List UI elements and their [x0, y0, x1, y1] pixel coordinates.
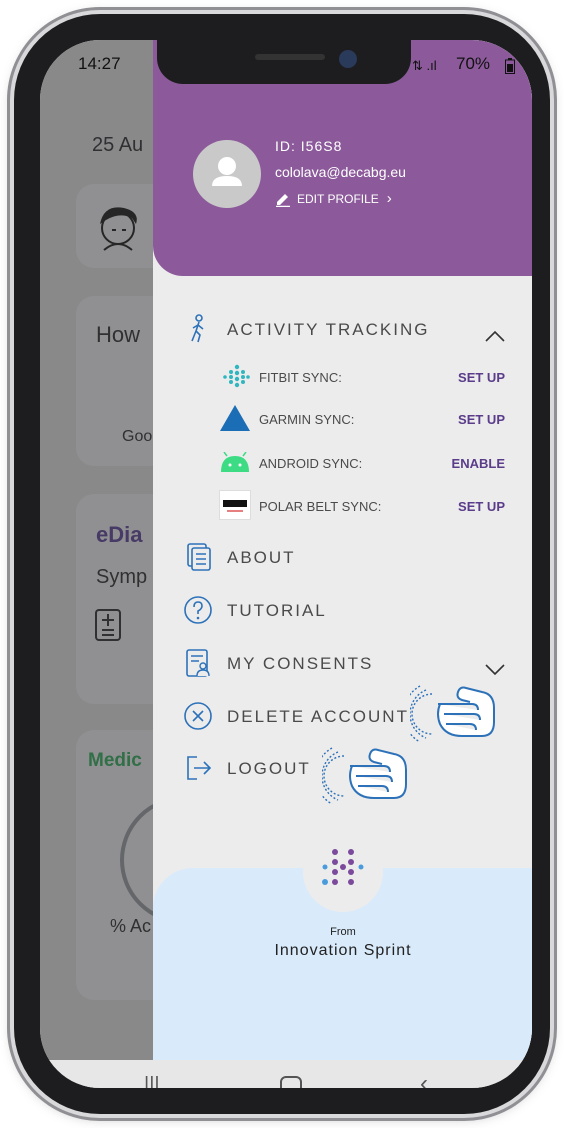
menu-item-about[interactable]: ABOUT [153, 540, 532, 580]
fitbit-sync-label: FITBIT SYNC: [259, 370, 342, 385]
pencil-icon [276, 193, 290, 207]
sync-row-android: ANDROID SYNC: ENABLE [153, 448, 532, 478]
tap-hand-icon [410, 685, 495, 742]
tutorial-label: TUTORIAL [227, 601, 327, 620]
user-email: cololava@decabg.eu [275, 164, 406, 180]
about-label: ABOUT [227, 548, 296, 567]
menu-item-tutorial[interactable]: TUTORIAL [153, 593, 532, 633]
close-circle-icon [184, 702, 212, 730]
company-logo [303, 832, 383, 912]
recent-apps-icon[interactable]: ||| [144, 1074, 160, 1088]
polar-sync-label: POLAR BELT SYNC: [259, 499, 382, 514]
menu-item-activity-tracking[interactable]: ACTIVITY TRACKING [153, 312, 532, 352]
my-consents-label: MY CONSENTS [227, 654, 374, 673]
sync-row-polar: POLAR BELT SYNC: SET UP [153, 490, 532, 522]
edit-profile-label: EDIT PROFILE [297, 191, 379, 206]
speaker-grille [255, 54, 325, 60]
logout-icon [187, 756, 212, 780]
chevron-down-icon[interactable] [485, 664, 505, 676]
chevron-right-icon: › [386, 190, 392, 207]
android-icon [221, 452, 249, 472]
camera-icon [339, 50, 357, 68]
garmin-setup-button[interactable]: SET UP [458, 412, 505, 427]
android-nav-bar: ||| ‹ [40, 1060, 532, 1088]
back-icon[interactable]: ‹ [420, 1070, 428, 1088]
garmin-sync-label: GARMIN SYNC: [259, 412, 355, 427]
delete-account-label: DELETE ACCOUNT [227, 707, 409, 726]
sync-row-fitbit: FITBIT SYNC: SET UP [153, 362, 532, 392]
activity-tracking-label: ACTIVITY TRACKING [227, 320, 430, 339]
polar-setup-button[interactable]: SET UP [458, 499, 505, 514]
status-time: 14:27 [78, 54, 121, 73]
menu-item-my-consents[interactable]: MY CONSENTS [153, 646, 532, 686]
innovation-sprint-logo-icon [322, 849, 364, 885]
edit-profile-link[interactable]: EDIT PROFILE › [275, 190, 392, 207]
garmin-icon [220, 405, 250, 431]
question-icon [184, 596, 212, 624]
document-list-icon [187, 543, 211, 571]
chevron-up-icon[interactable] [485, 330, 505, 342]
battery-level: 70% [456, 54, 491, 73]
walking-icon [191, 314, 204, 343]
camera-notch [157, 40, 411, 84]
phone-screen: 25 Au How Goo eDia Symp Medic % Ac ID: I… [40, 40, 532, 1088]
android-sync-label: ANDROID SYNC: [259, 456, 363, 471]
tap-hand-icon [322, 747, 407, 804]
battery-icon [505, 58, 515, 74]
signal-icon: ⇅ .ıl [412, 58, 437, 73]
from-label: From [330, 926, 356, 938]
android-enable-button[interactable]: ENABLE [452, 456, 505, 471]
fitbit-icon [223, 364, 250, 388]
overlay-scrim[interactable] [40, 40, 160, 1080]
polar-icon [219, 490, 251, 520]
fitbit-setup-button[interactable]: SET UP [458, 370, 505, 385]
sync-row-garmin: GARMIN SYNC: SET UP [153, 404, 532, 434]
side-drawer: ID: I56S8 cololava@decabg.eu EDIT PROFIL… [153, 40, 532, 1068]
profile-avatar[interactable] [193, 140, 261, 208]
home-button-icon[interactable] [280, 1076, 302, 1088]
company-name: Innovation Sprint [274, 942, 412, 959]
logout-label: LOGOUT [227, 759, 311, 778]
consent-document-icon [186, 649, 210, 677]
user-icon [212, 157, 242, 186]
user-id: ID: I56S8 [275, 138, 343, 154]
